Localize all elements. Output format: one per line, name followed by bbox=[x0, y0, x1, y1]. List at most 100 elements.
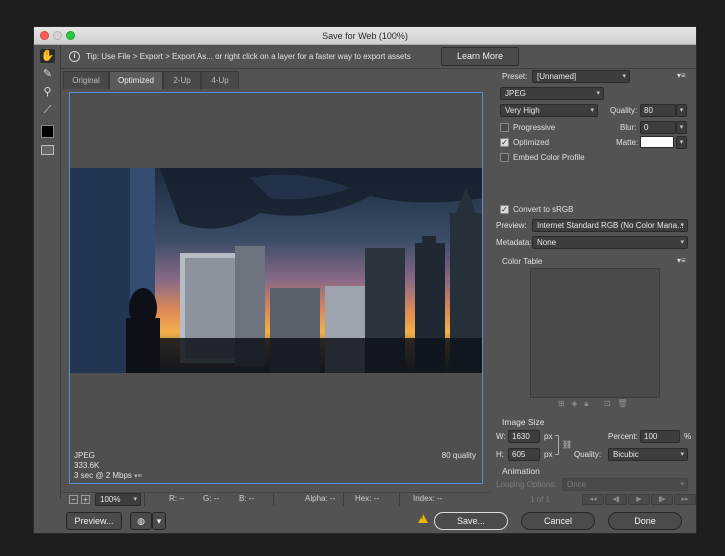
title-bar: Save for Web (100%) bbox=[34, 27, 696, 45]
tip-bar: i Tip: Use File > Export > Export As... … bbox=[61, 45, 696, 69]
color-preview-select[interactable]: Internet Standard RGB (No Color Mana... ▾ bbox=[532, 219, 688, 232]
quality-input[interactable]: 80 bbox=[640, 104, 676, 117]
blur-stepper[interactable]: ▾ bbox=[676, 121, 687, 134]
matte-menu-chevron[interactable]: ▾ bbox=[676, 136, 687, 149]
map-color-icon[interactable]: ⊞ bbox=[558, 399, 565, 408]
metadata-label: Metadata: bbox=[496, 238, 532, 247]
play-button[interactable]: ▶ bbox=[628, 494, 650, 505]
zoom-in-button[interactable]: + bbox=[81, 495, 90, 504]
color-table-icons: ⊞ ◈ 🔒︎ ⊡ 🗑︎ bbox=[558, 399, 628, 409]
convert-srgb-label: Convert to sRGB bbox=[513, 205, 574, 214]
preview-format: JPEG bbox=[74, 451, 95, 460]
animation-frame-counter: 1 of 1 bbox=[530, 495, 551, 504]
zoom-out-button[interactable]: − bbox=[69, 495, 78, 504]
convert-srgb-checkbox[interactable]: ✓ bbox=[500, 205, 509, 214]
readout-hex: Hex: -- bbox=[355, 494, 379, 503]
lock-color-icon[interactable]: 🔒︎ bbox=[584, 399, 588, 408]
tab-optimized[interactable]: Optimized bbox=[109, 71, 163, 89]
first-frame-button[interactable]: ◂◂ bbox=[582, 494, 604, 505]
slice-select-tool-icon[interactable]: ✎ bbox=[40, 67, 55, 81]
color-table-grid[interactable] bbox=[530, 268, 660, 398]
matte-color-swatch[interactable] bbox=[640, 136, 674, 148]
save-button[interactable]: Save... bbox=[434, 512, 508, 530]
preview-image bbox=[70, 168, 482, 373]
save-for-web-dialog: Save for Web (100%) ✋ ✎ ⚲ ⟋ i Tip: Use F… bbox=[33, 26, 697, 534]
blur-input[interactable]: 0 bbox=[640, 121, 676, 134]
optimized-checkbox[interactable]: ✓ bbox=[500, 138, 509, 147]
height-input[interactable]: 605 bbox=[508, 448, 540, 461]
window-title: Save for Web (100%) bbox=[322, 31, 408, 41]
dialog-button-bar: Preview... ◍ ▾ ! Save... Cancel Done bbox=[34, 509, 696, 533]
progressive-checkbox[interactable] bbox=[500, 123, 509, 132]
preview-file-info: JPEG 333.6K 3 sec @ 2 Mbps ▾≡ bbox=[74, 451, 142, 482]
color-preview-label: Preview: bbox=[496, 221, 527, 230]
resample-quality-select[interactable]: Bicubic ▾ bbox=[608, 448, 688, 461]
web-shift-icon[interactable]: ◈ bbox=[571, 399, 577, 408]
zoom-window-button[interactable] bbox=[66, 31, 75, 40]
optimized-label: Optimized bbox=[513, 138, 550, 147]
download-speed-menu-icon[interactable]: ▾≡ bbox=[134, 473, 142, 480]
height-label: H: bbox=[496, 450, 504, 459]
browser-globe-icon[interactable]: ◍ bbox=[130, 512, 152, 530]
toggle-slices-icon[interactable] bbox=[41, 145, 54, 155]
info-icon: i bbox=[69, 51, 80, 62]
learn-more-button[interactable]: Learn More bbox=[441, 47, 519, 66]
optimized-preview-pane[interactable]: JPEG 333.6K 3 sec @ 2 Mbps ▾≡ 80 quality bbox=[69, 92, 483, 484]
optimize-menu-icon[interactable]: ▾≡ bbox=[677, 71, 686, 80]
last-frame-button[interactable]: ▸▸ bbox=[674, 494, 696, 505]
color-table-menu-icon[interactable]: ▾≡ bbox=[677, 256, 686, 265]
width-unit: px bbox=[544, 432, 553, 441]
animation-heading: Animation bbox=[502, 466, 540, 476]
height-unit: px bbox=[544, 450, 553, 459]
delete-color-icon[interactable]: 🗑︎ bbox=[617, 399, 627, 408]
metadata-select[interactable]: None ▾ bbox=[532, 236, 688, 249]
width-input[interactable]: 1630 bbox=[508, 430, 540, 443]
compression-quality-select[interactable]: Very High ▾ bbox=[500, 104, 598, 117]
embed-profile-checkbox[interactable] bbox=[500, 153, 509, 162]
progressive-label: Progressive bbox=[513, 123, 556, 132]
readout-r: R: -- bbox=[169, 494, 185, 503]
readout-index: Index: -- bbox=[413, 494, 443, 503]
matte-label: Matte: bbox=[616, 138, 639, 147]
zoom-level-select[interactable]: 100% ▾ bbox=[95, 493, 141, 506]
quality-stepper[interactable]: ▾ bbox=[676, 104, 687, 117]
cancel-button[interactable]: Cancel bbox=[521, 512, 595, 530]
next-frame-button[interactable]: ▮▸ bbox=[651, 494, 673, 505]
width-label: W: bbox=[496, 432, 506, 441]
readout-b: B: -- bbox=[239, 494, 255, 503]
percent-label: Percent: bbox=[608, 432, 638, 441]
close-window-button[interactable] bbox=[40, 31, 49, 40]
preview-in-browser-button[interactable]: Preview... bbox=[66, 512, 122, 530]
readout-alpha: Alpha: -- bbox=[305, 494, 336, 503]
previous-frame-button[interactable]: ◂▮ bbox=[605, 494, 627, 505]
constrain-proportions-bracket bbox=[555, 435, 559, 455]
looping-select[interactable]: Once ▾ bbox=[562, 478, 688, 491]
blur-label: Blur: bbox=[620, 123, 637, 132]
preset-select[interactable]: [Unnamed] ▾ bbox=[532, 70, 630, 83]
embed-profile-label: Embed Color Profile bbox=[513, 153, 585, 162]
quality-label: Quality: bbox=[610, 106, 638, 115]
status-bar: − + 100% ▾ R: -- G: -- B: -- Alpha: -- He… bbox=[61, 492, 491, 506]
preview-download-time: 3 sec @ 2 Mbps ▾≡ bbox=[74, 471, 142, 480]
tab-2-up[interactable]: 2-Up bbox=[163, 71, 201, 89]
zoom-tool-icon[interactable]: ⚲ bbox=[40, 85, 55, 99]
new-color-icon[interactable]: ⊡ bbox=[604, 399, 611, 408]
preview-quality: 80 quality bbox=[441, 451, 476, 460]
done-button[interactable]: Done bbox=[608, 512, 682, 530]
readout-g: G: -- bbox=[203, 494, 219, 503]
tab-original[interactable]: Original bbox=[63, 71, 109, 89]
eyedropper-tool-icon[interactable]: ⟋ bbox=[40, 103, 55, 117]
minimize-window-button[interactable] bbox=[53, 31, 62, 40]
percent-input[interactable]: 100 bbox=[640, 430, 680, 443]
hand-tool-icon[interactable]: ✋ bbox=[40, 49, 55, 63]
preview-file-size: 333.6K bbox=[74, 461, 100, 470]
link-icon[interactable]: ⛓ bbox=[562, 440, 572, 449]
file-format-select[interactable]: JPEG ▾ bbox=[500, 87, 604, 100]
tab-4-up[interactable]: 4-Up bbox=[201, 71, 239, 89]
browser-select-chevron-icon[interactable]: ▾ bbox=[152, 512, 166, 530]
preset-label: Preset: bbox=[502, 72, 528, 81]
resample-quality-label: Quality: bbox=[574, 450, 602, 459]
optimize-settings-panel: Preset: [Unnamed] ▾ ▾≡ JPEG ▾ Very High ▾ Q… bbox=[492, 67, 696, 507]
tip-text: Tip: Use File > Export > Export As... or… bbox=[86, 52, 411, 61]
eyedropper-color-swatch[interactable] bbox=[41, 125, 54, 138]
